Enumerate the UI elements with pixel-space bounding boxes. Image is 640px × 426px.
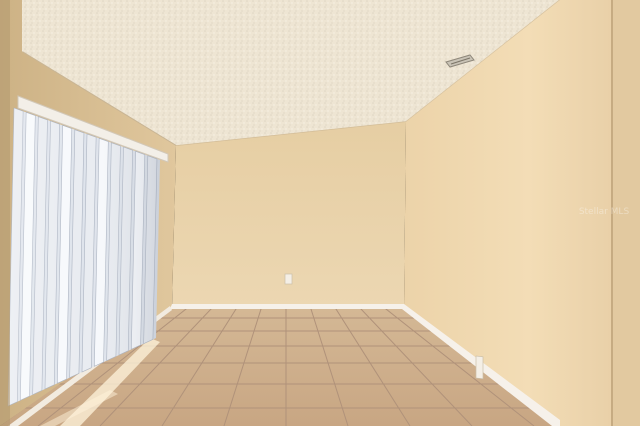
room-photo: Stellar MLS (0, 0, 640, 426)
wall-outlet (284, 273, 293, 285)
wall-outlet-right (475, 355, 484, 380)
watermark: Stellar MLS (579, 207, 630, 217)
